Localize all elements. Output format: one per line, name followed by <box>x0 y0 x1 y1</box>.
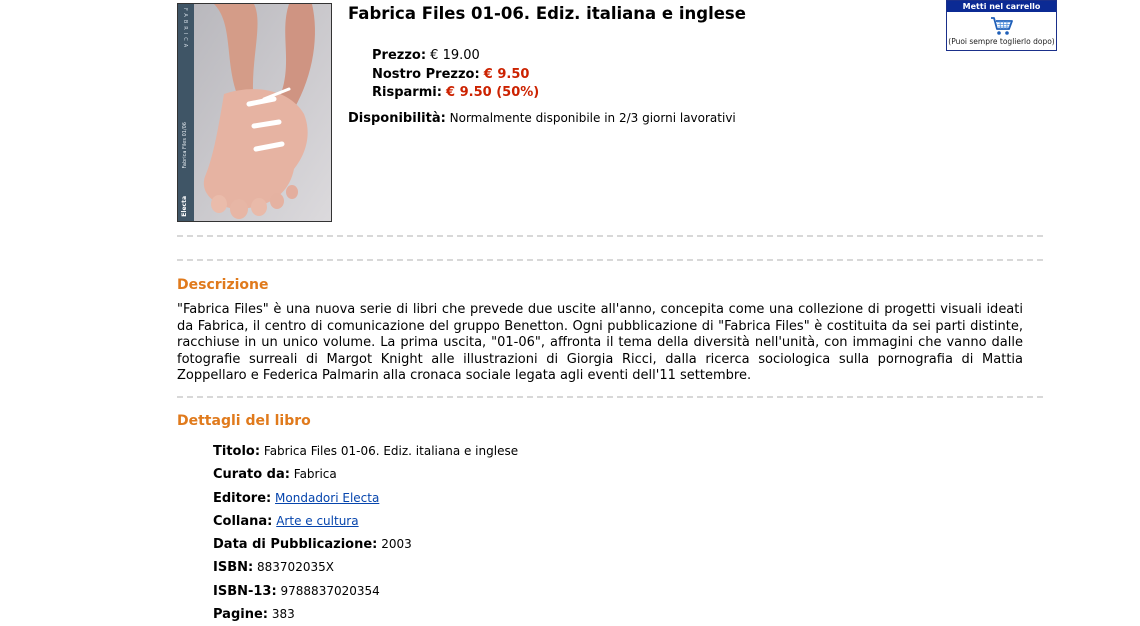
series-link[interactable]: Arte e cultura <box>276 514 358 528</box>
book-details-list: Titolo: Fabrica Files 01-06. Ediz. itali… <box>213 440 518 626</box>
detail-value: Fabrica <box>293 467 337 482</box>
add-to-cart-note: (Puoi sempre toglierlo dopo) <box>948 37 1055 46</box>
detail-label: Pagine: <box>213 607 268 623</box>
cover-spine-brand: FABRICA <box>182 8 188 51</box>
add-to-cart-label: Metti nel carrello <box>947 1 1056 12</box>
detail-value: 2003 <box>381 537 412 552</box>
description-text: "Fabrica Files" è una nuova serie di lib… <box>177 302 1023 383</box>
detail-label: Titolo: <box>213 444 261 459</box>
detail-value: Fabrica Files 01-06. Ediz. italiana e in… <box>263 444 519 458</box>
detail-row-curator: Curato da: Fabrica <box>213 463 518 486</box>
detail-row-isbn13: ISBN-13: 9788837020354 <box>213 580 518 603</box>
add-to-cart-button[interactable]: Metti nel carrello (Puoi sempre toglierl… <box>946 0 1057 51</box>
divider <box>177 396 1043 398</box>
cover-spine-publisher: Electa <box>181 196 188 217</box>
savings-value: € 9.50 (50%) <box>446 85 540 100</box>
list-price-row: Prezzo: € 19.00 <box>372 47 539 66</box>
detail-row-pub-date: Data di Pubblicazione: 2003 <box>213 533 518 556</box>
divider <box>177 235 1043 237</box>
detail-label: Data di Pubblicazione: <box>213 537 378 553</box>
detail-value: 383 <box>271 607 295 622</box>
price-block: Prezzo: € 19.00 Nostro Prezzo: € 9.50 Ri… <box>372 47 539 103</box>
cover-spine-title: Fabrica Files 01/06 <box>182 122 188 169</box>
detail-row-title: Titolo: Fabrica Files 01-06. Ediz. itali… <box>213 440 518 463</box>
publisher-link[interactable]: Mondadori Electa <box>275 491 379 505</box>
detail-row-series: Collana: Arte e cultura <box>213 510 518 533</box>
detail-row-isbn: ISBN: 883702035X <box>213 556 518 579</box>
detail-label: Curato da: <box>213 467 290 483</box>
book-cover-image: FABRICA Fabrica Files 01/06 Electa <box>177 3 332 222</box>
description-heading: Descrizione <box>177 277 269 293</box>
detail-label: Editore: <box>213 490 272 506</box>
availability-value: Normalmente disponibile in 2/3 giorni la… <box>449 111 736 125</box>
our-price-row: Nostro Prezzo: € 9.50 <box>372 66 539 85</box>
detail-label: Collana: <box>213 513 273 529</box>
detail-value: 883702035X <box>257 560 334 575</box>
detail-value: 9788837020354 <box>280 583 380 598</box>
our-price-label: Nostro Prezzo: <box>372 66 480 82</box>
shopping-cart-icon <box>990 17 1013 35</box>
availability-row: Disponibilità: Normalmente disponibile i… <box>348 111 736 126</box>
detail-label: ISBN: <box>213 560 254 576</box>
cover-photo-feet <box>194 4 331 221</box>
list-price-value: € 19.00 <box>430 48 480 63</box>
product-title: Fabrica Files 01-06. Ediz. italiana e in… <box>348 4 746 23</box>
availability-label: Disponibilità: <box>348 111 446 126</box>
divider <box>177 259 1043 261</box>
savings-label: Risparmi: <box>372 85 442 100</box>
details-heading: Dettagli del libro <box>177 413 311 429</box>
savings-row: Risparmi: € 9.50 (50%) <box>372 84 539 103</box>
list-price-label: Prezzo: <box>372 48 427 63</box>
detail-label: ISBN-13: <box>213 583 277 599</box>
detail-row-publisher: Editore: Mondadori Electa <box>213 487 518 510</box>
detail-row-pages: Pagine: 383 <box>213 603 518 626</box>
our-price-value: € 9.50 <box>483 66 530 82</box>
